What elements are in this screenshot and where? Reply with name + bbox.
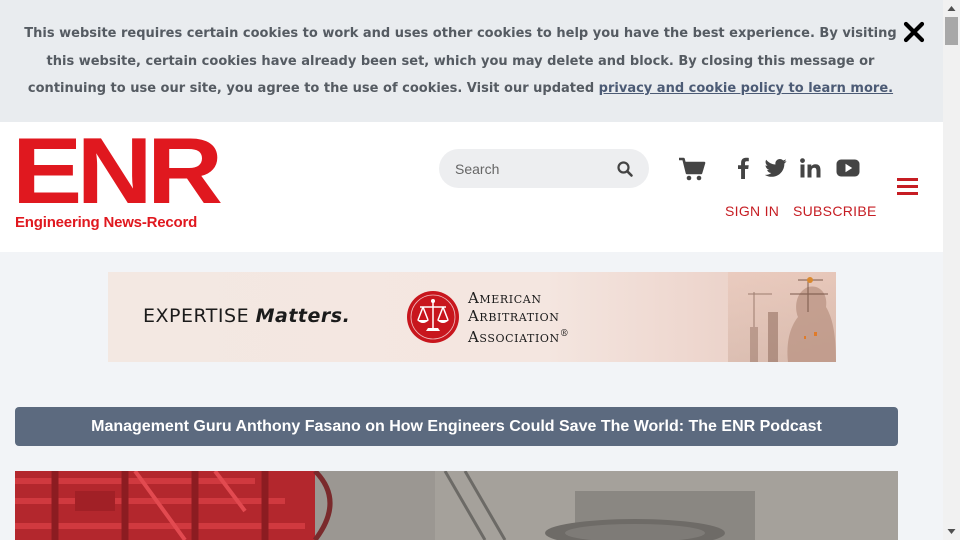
scales-of-justice-icon	[407, 291, 459, 343]
subscribe-link[interactable]: SUBSCRIBE	[793, 203, 877, 219]
ad-tagline: EXPERTISE Matters.	[143, 305, 350, 327]
youtube-icon	[836, 159, 860, 177]
featured-headline[interactable]: Management Guru Anthony Fasano on How En…	[15, 407, 898, 446]
ad-org-line-1: American	[468, 289, 542, 307]
scroll-down-icon[interactable]	[943, 523, 960, 540]
facebook-link[interactable]	[735, 157, 753, 184]
site-header: ENR Engineering News-Record Search SIGN …	[0, 122, 943, 252]
cookie-banner: This website requires certain cookies to…	[0, 0, 943, 122]
construction-worker-image	[728, 272, 836, 362]
ad-org-name: American Arbitration Association®	[468, 289, 569, 346]
close-cookie-button[interactable]	[901, 19, 927, 45]
enr-logo[interactable]: ENR Engineering News-Record	[12, 124, 223, 234]
youtube-link[interactable]	[836, 159, 860, 182]
cart-button[interactable]	[678, 156, 706, 187]
ad-org-line-3: Association®	[468, 325, 569, 346]
page: This website requires certain cookies to…	[0, 0, 943, 540]
advertisement-banner[interactable]: EXPERTISE Matters. American Arbitration …	[108, 272, 836, 362]
linkedin-link[interactable]	[800, 158, 822, 183]
vertical-scrollbar[interactable]	[943, 0, 960, 540]
hero-construction-image[interactable]	[15, 471, 898, 540]
twitter-link[interactable]	[764, 158, 787, 183]
privacy-policy-link[interactable]: privacy and cookie policy to learn more.	[599, 81, 893, 96]
cart-icon	[679, 157, 706, 181]
ad-registered-mark: ®	[559, 329, 570, 339]
menu-button[interactable]	[897, 177, 919, 202]
search-icon	[617, 161, 633, 177]
sign-in-link[interactable]: SIGN IN	[725, 203, 779, 219]
menu-icon	[897, 178, 918, 195]
logo-subtitle: Engineering News-Record	[15, 214, 198, 231]
close-icon	[903, 21, 925, 43]
ad-org-line-2: Arbitration	[468, 307, 560, 325]
twitter-icon	[764, 159, 787, 177]
linkedin-icon	[800, 158, 821, 178]
scrollbar-thumb[interactable]	[945, 17, 958, 45]
ad-tagline-emphasis: Matters.	[255, 305, 351, 327]
ad-org-line-3-text: Association	[468, 328, 560, 346]
ad-tagline-prefix: EXPERTISE	[143, 305, 250, 327]
scroll-up-icon[interactable]	[943, 0, 960, 17]
facebook-icon	[738, 157, 749, 179]
search-input[interactable]	[453, 158, 617, 180]
search-button[interactable]	[615, 159, 635, 184]
logo-wordmark: ENR	[12, 118, 223, 223]
